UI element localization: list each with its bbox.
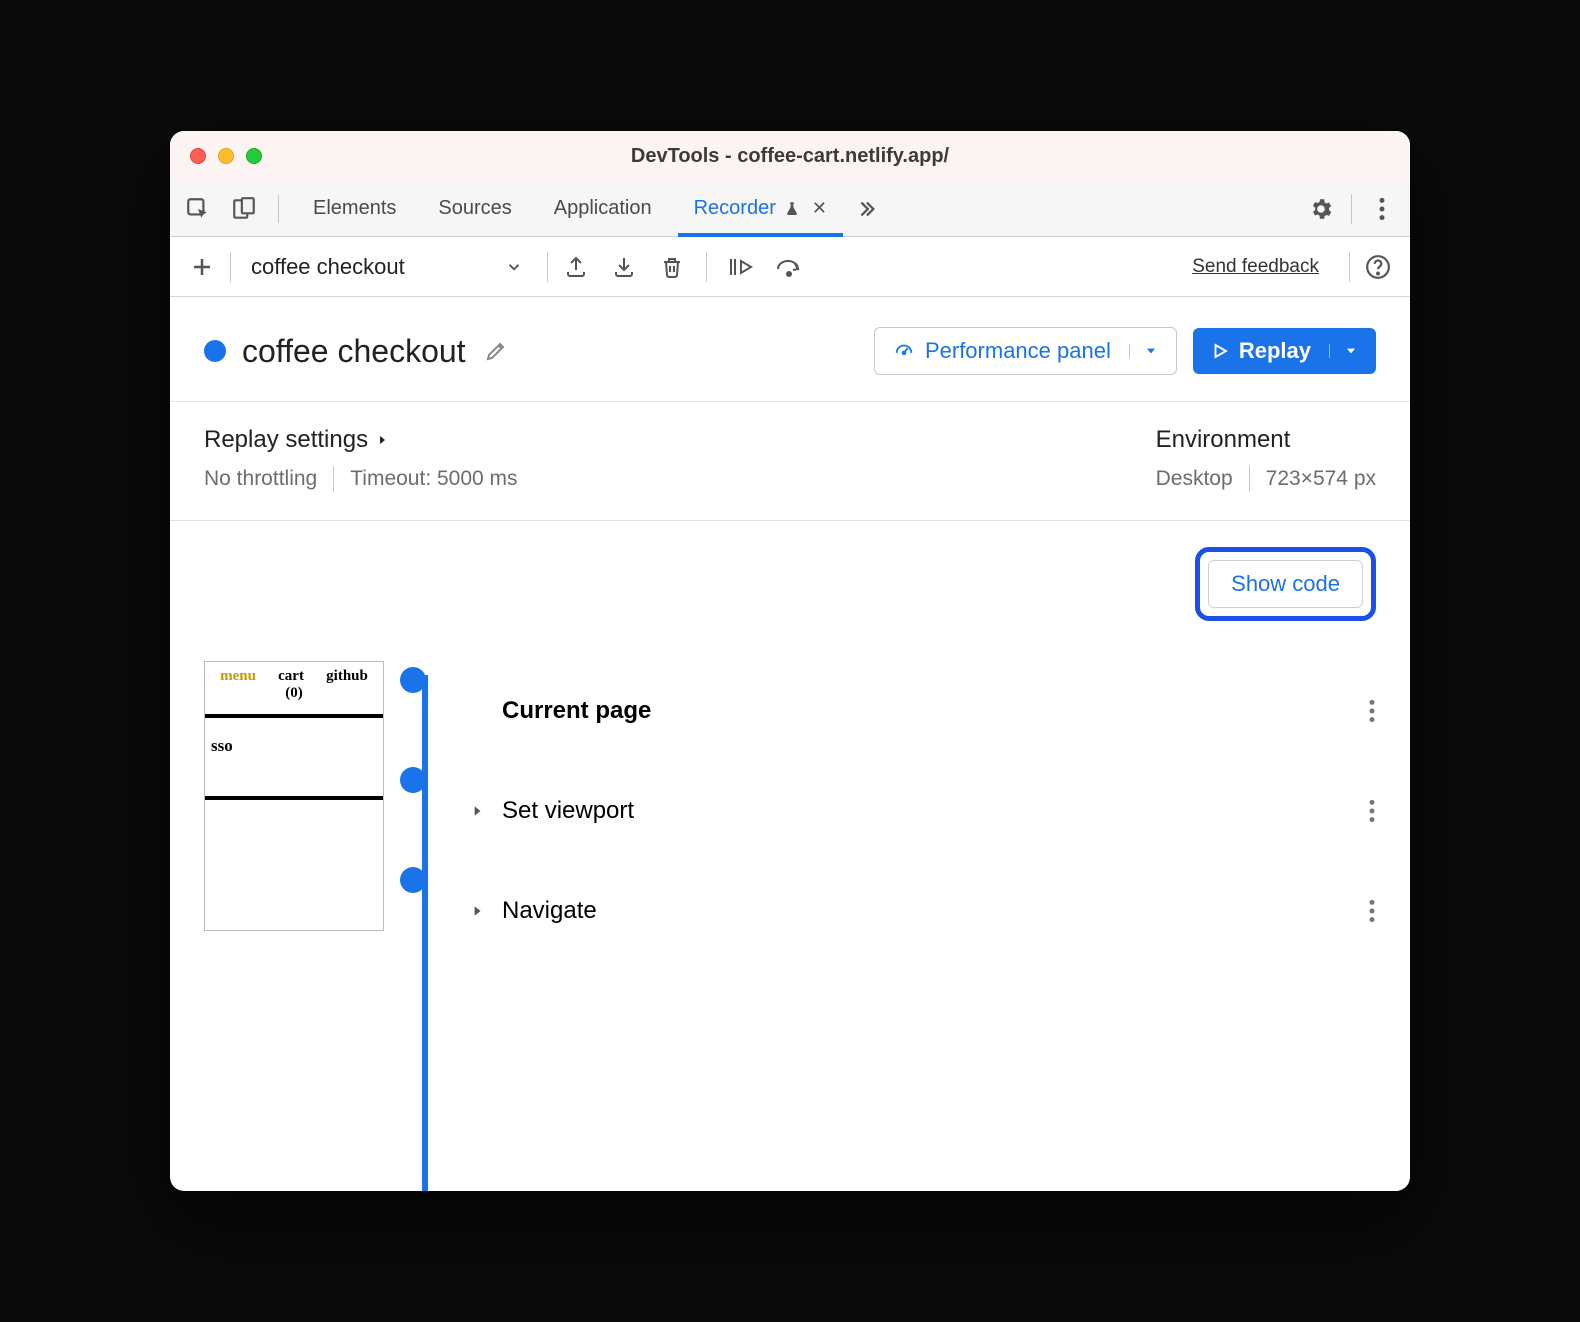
- panel-button-label: Performance panel: [925, 338, 1111, 364]
- thumb-cart-label: cart: [278, 668, 304, 685]
- replay-button[interactable]: Replay: [1193, 328, 1376, 374]
- recording-header: coffee checkout Performance panel Replay: [170, 297, 1410, 402]
- maximize-window-button[interactable]: [246, 148, 262, 164]
- page-thumbnail: menu cart github (0) sso: [204, 661, 384, 931]
- step-play-icon[interactable]: [727, 253, 755, 281]
- send-feedback-link[interactable]: Send feedback: [1192, 256, 1319, 278]
- settings-row: Replay settings No throttling Timeout: 5…: [170, 402, 1410, 521]
- step-over-icon[interactable]: [775, 253, 803, 281]
- titlebar: DevTools - coffee-cart.netlify.app/: [170, 131, 1410, 181]
- tab-recorder[interactable]: Recorder ✕: [678, 181, 843, 236]
- steps-list: Current page Set viewport Navigate: [410, 661, 1376, 1151]
- tab-label: Recorder: [694, 197, 776, 220]
- step-menu-icon[interactable]: [1368, 698, 1376, 724]
- kebab-menu-icon[interactable]: [1368, 195, 1396, 223]
- inspect-element-icon[interactable]: [184, 195, 212, 223]
- thumb-menu-label: menu: [220, 668, 256, 685]
- performance-panel-button[interactable]: Performance panel: [874, 327, 1177, 375]
- expand-caret-icon: [470, 803, 484, 819]
- recorder-toolbar: coffee checkout Send feedback: [170, 237, 1410, 297]
- gauge-icon: [893, 340, 915, 362]
- recording-title: coffee checkout: [242, 333, 466, 370]
- experiment-flask-icon: [784, 201, 800, 217]
- devtools-window: DevTools - coffee-cart.netlify.app/ Elem…: [170, 131, 1410, 1191]
- tabs-bar: Elements Sources Application Recorder ✕: [170, 181, 1410, 237]
- close-window-button[interactable]: [190, 148, 206, 164]
- replay-settings-heading[interactable]: Replay settings: [204, 426, 518, 454]
- timeline-line: [422, 675, 428, 1191]
- step-menu-icon[interactable]: [1368, 798, 1376, 824]
- play-icon: [1211, 342, 1229, 360]
- timeout-value: Timeout: 5000 ms: [350, 467, 517, 491]
- edit-title-icon[interactable]: [482, 337, 510, 365]
- step-bullet: [400, 667, 426, 693]
- show-code-button[interactable]: Show code: [1208, 560, 1363, 608]
- tab-application[interactable]: Application: [538, 181, 668, 236]
- environment-heading: Environment: [1156, 426, 1376, 454]
- step-label: Set viewport: [502, 797, 634, 825]
- window-title: DevTools - coffee-cart.netlify.app/: [170, 145, 1410, 168]
- close-tab-icon[interactable]: ✕: [808, 198, 827, 219]
- tab-label: Application: [554, 197, 652, 220]
- show-code-highlight: Show code: [1195, 547, 1376, 621]
- steps-area: menu cart github (0) sso Current page: [170, 661, 1410, 1191]
- import-icon[interactable]: [610, 253, 638, 281]
- step-bullet: [400, 767, 426, 793]
- new-recording-icon[interactable]: [188, 253, 216, 281]
- thumb-cart-count: (0): [205, 685, 383, 702]
- more-tabs-icon[interactable]: [843, 198, 889, 220]
- expand-caret-icon: [470, 903, 484, 919]
- dimensions-value: 723×574 px: [1266, 467, 1376, 491]
- device-value: Desktop: [1156, 467, 1233, 491]
- minimize-window-button[interactable]: [218, 148, 234, 164]
- tab-label: Sources: [438, 197, 511, 220]
- help-icon[interactable]: [1364, 253, 1392, 281]
- device-toggle-icon[interactable]: [230, 195, 258, 223]
- export-icon[interactable]: [562, 253, 590, 281]
- replay-button-label: Replay: [1239, 338, 1311, 364]
- expand-caret-icon: [376, 432, 388, 448]
- step-bullet: [400, 867, 426, 893]
- tab-sources[interactable]: Sources: [422, 181, 527, 236]
- throttling-value: No throttling: [204, 467, 317, 491]
- tab-elements[interactable]: Elements: [297, 181, 412, 236]
- settings-gear-icon[interactable]: [1307, 195, 1335, 223]
- delete-icon[interactable]: [658, 253, 686, 281]
- traffic-lights: [190, 148, 262, 164]
- thumb-github-label: github: [326, 668, 368, 685]
- panel-dropdown-caret[interactable]: [1129, 344, 1158, 358]
- dropdown-label: coffee checkout: [251, 254, 405, 280]
- recording-status-dot: [204, 340, 226, 362]
- replay-dropdown-caret[interactable]: [1329, 344, 1358, 358]
- step-menu-icon[interactable]: [1368, 898, 1376, 924]
- thumb-sso-label: sso: [205, 718, 383, 756]
- step-navigate[interactable]: Navigate: [470, 861, 1376, 961]
- tab-label: Elements: [313, 197, 396, 220]
- step-label: Current page: [502, 697, 651, 725]
- step-label: Navigate: [502, 897, 597, 925]
- step-current-page[interactable]: Current page: [470, 661, 1376, 761]
- step-set-viewport[interactable]: Set viewport: [470, 761, 1376, 861]
- recording-select-dropdown[interactable]: coffee checkout: [245, 250, 533, 284]
- show-code-row: Show code: [170, 521, 1410, 661]
- chevron-down-icon: [505, 258, 523, 276]
